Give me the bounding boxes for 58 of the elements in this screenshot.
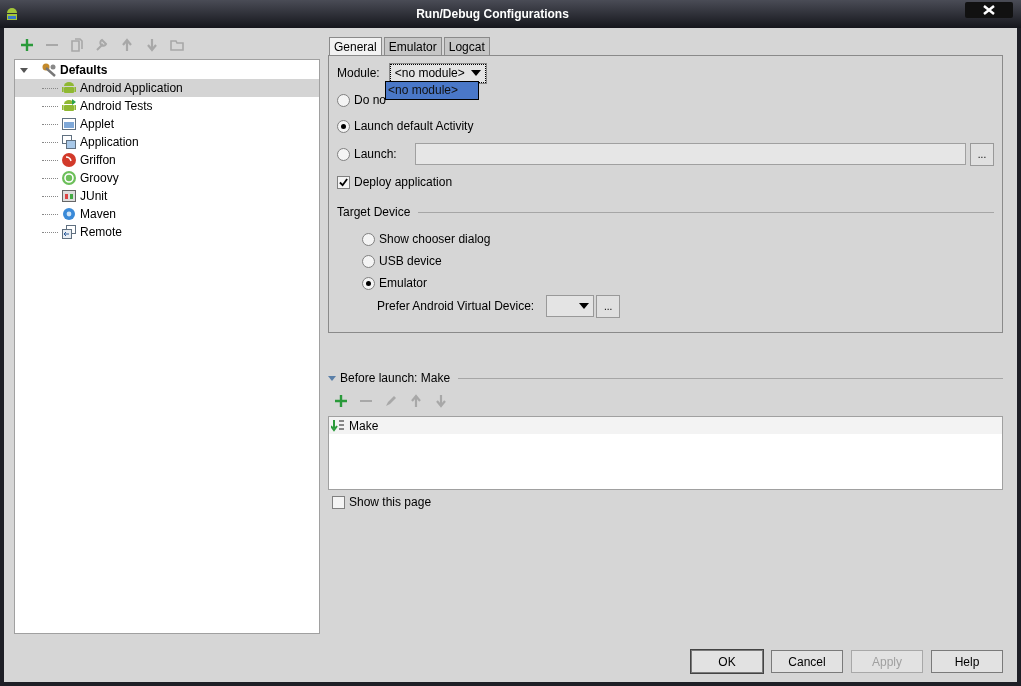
tree-item[interactable]: Android Tests bbox=[15, 97, 319, 115]
wrench-icon bbox=[41, 62, 57, 78]
tree-item[interactable]: JUnit bbox=[15, 187, 319, 205]
dropdown-option[interactable]: <no module> bbox=[386, 82, 478, 99]
radio-button[interactable] bbox=[362, 276, 375, 290]
android-icon bbox=[4, 6, 20, 22]
radio-button[interactable] bbox=[362, 254, 375, 268]
device-dropdown[interactable] bbox=[546, 295, 595, 317]
checkbox[interactable] bbox=[332, 495, 345, 509]
caret-icon bbox=[470, 70, 481, 76]
tree-item[interactable]: Application bbox=[15, 133, 319, 151]
radio-label: Emulator bbox=[379, 276, 428, 290]
list-item[interactable]: Make bbox=[329, 417, 1002, 434]
tab[interactable]: Emulator bbox=[383, 37, 442, 55]
window-title: Run/Debug Configurations bbox=[415, 7, 570, 21]
radio-button[interactable] bbox=[362, 232, 375, 246]
radio-label: Launch default Activity bbox=[354, 119, 474, 133]
android-icon bbox=[61, 80, 77, 96]
radio-button[interactable] bbox=[337, 119, 350, 133]
radio-button[interactable] bbox=[337, 93, 350, 107]
field-label: Module: bbox=[337, 66, 380, 80]
tree-item[interactable]: Maven bbox=[15, 205, 319, 223]
checkbox[interactable] bbox=[337, 175, 350, 189]
tree-item[interactable]: Applet bbox=[15, 115, 319, 133]
activity-field[interactable] bbox=[414, 143, 966, 165]
build-icon bbox=[331, 418, 345, 433]
radio-label: USB device bbox=[379, 254, 442, 268]
section-title: Before launch: Make bbox=[340, 371, 451, 385]
radio-label: Show chooser dialog bbox=[379, 232, 491, 246]
tree-item[interactable]: Griffon bbox=[15, 151, 319, 169]
plus-icon[interactable] bbox=[334, 394, 348, 408]
checkbox-label: Show this page bbox=[349, 495, 432, 509]
expand-arrow-icon[interactable] bbox=[20, 66, 28, 74]
tree-item[interactable]: Defaults bbox=[60, 63, 108, 77]
windows-icon bbox=[61, 134, 77, 150]
radio-label: Do no bbox=[354, 93, 387, 107]
tab[interactable]: Logcat bbox=[443, 37, 490, 55]
checkbox-label: Deploy application bbox=[354, 175, 453, 189]
field-label: Prefer Android Virtual Device: bbox=[377, 299, 535, 313]
dialog-button[interactable]: Help bbox=[931, 650, 1003, 673]
dialog-button[interactable]: Cancel bbox=[771, 650, 843, 673]
tree-item[interactable]: Groovy bbox=[15, 169, 319, 187]
section-title: Target Device bbox=[337, 205, 411, 219]
tree-item[interactable]: Android Application bbox=[15, 79, 319, 97]
remote-icon bbox=[61, 224, 77, 240]
radio-button[interactable] bbox=[337, 147, 350, 161]
radio-label: Launch: bbox=[354, 147, 397, 161]
window-icon bbox=[61, 116, 77, 132]
caret-icon bbox=[579, 303, 590, 309]
android-icon bbox=[61, 98, 77, 114]
plus-icon[interactable] bbox=[20, 38, 34, 52]
tree-item[interactable]: Remote bbox=[15, 223, 319, 241]
browse-button[interactable]: ... bbox=[596, 294, 621, 318]
dialog-button[interactable]: OK bbox=[691, 650, 763, 673]
browse-button[interactable]: ... bbox=[970, 142, 994, 166]
module-dropdown[interactable]: <no module> bbox=[389, 63, 486, 83]
tab[interactable]: General bbox=[329, 37, 382, 56]
close-icon[interactable] bbox=[965, 2, 1013, 18]
